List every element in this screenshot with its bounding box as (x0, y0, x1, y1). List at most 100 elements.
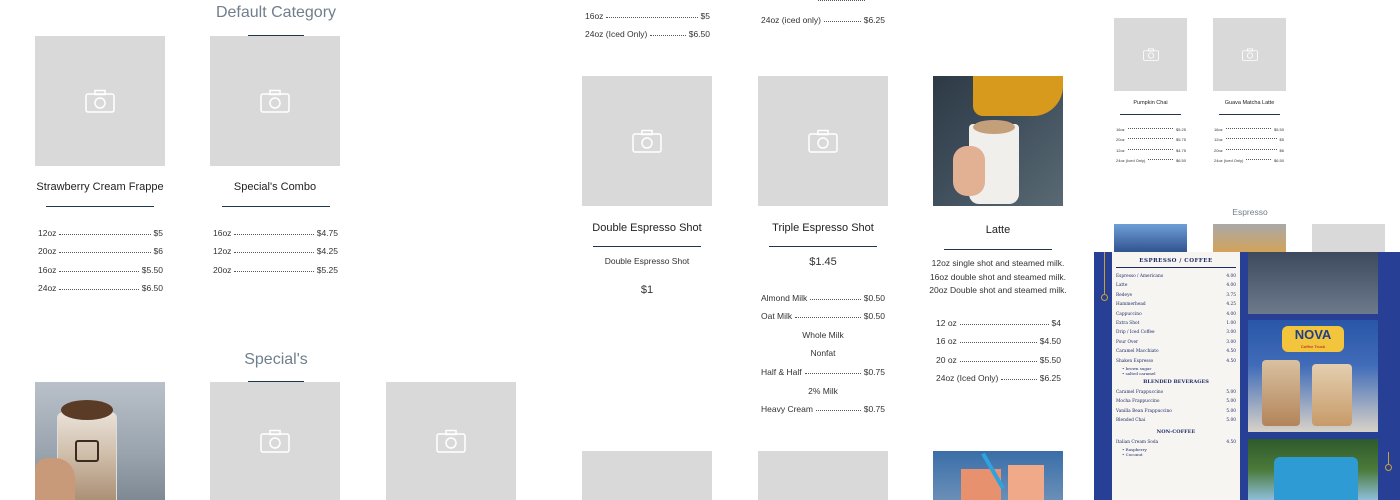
price-row: 20 oz $5.50 (936, 346, 1061, 365)
price-value: $4.75 (316, 227, 338, 238)
nova-sign-text: NOVA (1294, 327, 1332, 342)
menu-board-price: 3.00 (1226, 339, 1236, 345)
item-name-specials-combo[interactable]: Special's Combo (195, 181, 355, 193)
product-image-placeholder-small[interactable] (1114, 18, 1187, 91)
menu-board-row: Latte 4.00 (1116, 281, 1236, 290)
dotted-leader (650, 35, 686, 37)
price-size-label: 12oz (1116, 147, 1125, 153)
price-list-specials-combo: 16oz $4.75 12oz $4.25 20oz $5.25 (213, 219, 338, 275)
price-size-label: 20 oz (936, 354, 957, 365)
thumbnail-truck-photo[interactable] (1114, 224, 1187, 254)
item-name-double-espresso-shot[interactable]: Double Espresso Shot (567, 222, 727, 234)
product-image-placeholder[interactable] (758, 451, 888, 500)
menu-board-price: 1.00 (1226, 321, 1236, 327)
thumbnail-food-photo[interactable] (1213, 224, 1286, 254)
item-description-double-espresso: Double Espresso Shot (604, 256, 690, 266)
menu-board-bullet: • salted caramel (1122, 371, 1156, 377)
product-image-placeholder[interactable] (758, 76, 888, 206)
item-name-guava-matcha-latte[interactable]: Guava Matcha Latte (1203, 100, 1296, 106)
menu-rows: Espresso / Americano 4.00 Latte 4.00 Redeye 3… (1116, 272, 1236, 366)
camera-icon (260, 429, 290, 453)
price-size-label: 24oz (Iced Only) (1116, 158, 1146, 163)
menu-header-blended: BLENDED BEVERAGES (1143, 379, 1209, 386)
price-row: 20oz $5.75 (1116, 132, 1186, 142)
price-value: $4.75 (1175, 147, 1186, 153)
dotted-leader (1127, 138, 1173, 139)
item-name-pumpkin-chai[interactable]: Pumpkin Chai (1104, 100, 1197, 106)
price-value: $5.25 (316, 264, 338, 275)
price-row: 16oz $4.75 (213, 219, 338, 238)
photo-nova-drinks: NOVA Coffee Truck (1248, 320, 1378, 432)
price-row: 16oz $5.25 (1116, 121, 1186, 132)
price-list-strawberry-cream-frappe: 12oz $5 20oz $6 16oz $5.50 24oz $6.50 (38, 219, 163, 294)
product-image-placeholder[interactable] (582, 76, 712, 206)
item-name-rule (944, 249, 1052, 250)
camera-icon (1241, 48, 1258, 61)
price-size-label: 24oz (Iced Only) (585, 29, 648, 40)
price-row: 12 oz $4 (936, 309, 1061, 328)
milk-option-label: Almond Milk (761, 292, 808, 303)
price-size-label: 24oz (Iced Only) (936, 373, 999, 384)
price-size-label: 16oz (38, 264, 57, 275)
milk-option-label: Whole Milk (802, 329, 844, 340)
menu-board-price: 4.00 (1226, 274, 1236, 279)
price-size-label: 20oz (1214, 147, 1223, 153)
price-size-label: 16oz (1214, 126, 1223, 132)
price-value: $5.50 (1039, 354, 1061, 365)
dotted-leader (1127, 127, 1173, 129)
menu-board-row: Blended Chai 5.00 (1116, 416, 1236, 425)
product-photo-drinks[interactable] (933, 451, 1063, 500)
product-image-placeholder[interactable] (582, 451, 712, 500)
menu-board-row: Extra Shot 1.00 (1116, 319, 1236, 328)
price-size-label: 24oz (38, 283, 57, 294)
price-row: 16oz $5 (585, 2, 710, 21)
price-value: $5.50 (1273, 126, 1284, 132)
price-value: $5.25 (1175, 126, 1186, 132)
item-name-strawberry-cream-frappe[interactable]: Strawberry Cream Frappe (20, 181, 180, 193)
menu-board-price: 4.50 (1226, 439, 1236, 445)
dotted-leader (1225, 148, 1277, 150)
menu-blended-rows: Caramel Frappuccino 5.00 Mocha Frappuccino… (1116, 388, 1236, 426)
milk-option-row: Almond Milk $0.50 (761, 284, 885, 303)
camera-icon (1142, 48, 1159, 61)
price-row: 16 oz $4.50 (936, 328, 1061, 346)
price-value: $5 (153, 227, 163, 238)
product-image-placeholder[interactable] (210, 36, 340, 166)
menu-bullets: • brown sugar • salted caramel (1116, 366, 1236, 376)
product-photo-latte[interactable] (933, 76, 1063, 206)
price-size-label: 24oz (Iced Only) (1214, 158, 1244, 163)
price-size-label: 12oz (1214, 137, 1223, 142)
milk-option-row: 2% Milk (761, 377, 885, 396)
photo-coffee-truck (1248, 439, 1378, 500)
menu-board-item: Cappuccino (1116, 311, 1142, 317)
lightbox-menu-board-image[interactable]: ESPRESSO / COFFEE Espresso / Americano 4.… (1094, 252, 1400, 500)
menu-board-row: Redeye 3.75 (1116, 291, 1236, 300)
menu-board-item: Caramel Macchiato (1116, 349, 1159, 355)
milk-option-price: $0.75 (863, 404, 885, 415)
menu-board-item: Redeye (1116, 292, 1133, 298)
product-image-placeholder-small[interactable] (1312, 224, 1385, 254)
menu-board-row: Caramel Macchiato 4.50 (1116, 347, 1236, 356)
item-name-latte[interactable]: Latte (918, 224, 1078, 236)
product-image-placeholder[interactable] (386, 382, 516, 500)
dotted-leader (606, 16, 698, 18)
product-image-placeholder[interactable] (210, 382, 340, 500)
price-value: $6 (153, 246, 163, 257)
dotted-leader (815, 410, 861, 412)
dotted-leader (234, 252, 314, 254)
price-value: $6.25 (1039, 373, 1061, 384)
item-name-triple-espresso-shot[interactable]: Triple Espresso Shot (743, 222, 903, 234)
price-size-label: 16oz (1116, 126, 1125, 132)
price-value: $5 (700, 10, 710, 21)
product-photo-iced-drink[interactable] (35, 382, 165, 500)
milk-option-row: Half & Half $0.75 (761, 358, 885, 377)
menu-board-price: 4.00 (1226, 283, 1236, 289)
product-image-placeholder-small[interactable] (1213, 18, 1286, 91)
product-image-placeholder[interactable] (35, 36, 165, 166)
dotted-leader (234, 270, 314, 272)
dotted-leader (1148, 159, 1173, 160)
menu-board-price: 4.50 (1226, 349, 1236, 355)
menu-board-item: Italian Cream Soda (1116, 439, 1159, 445)
photo-truck-window (1248, 252, 1378, 314)
price-row: 20oz $6 (38, 238, 163, 257)
